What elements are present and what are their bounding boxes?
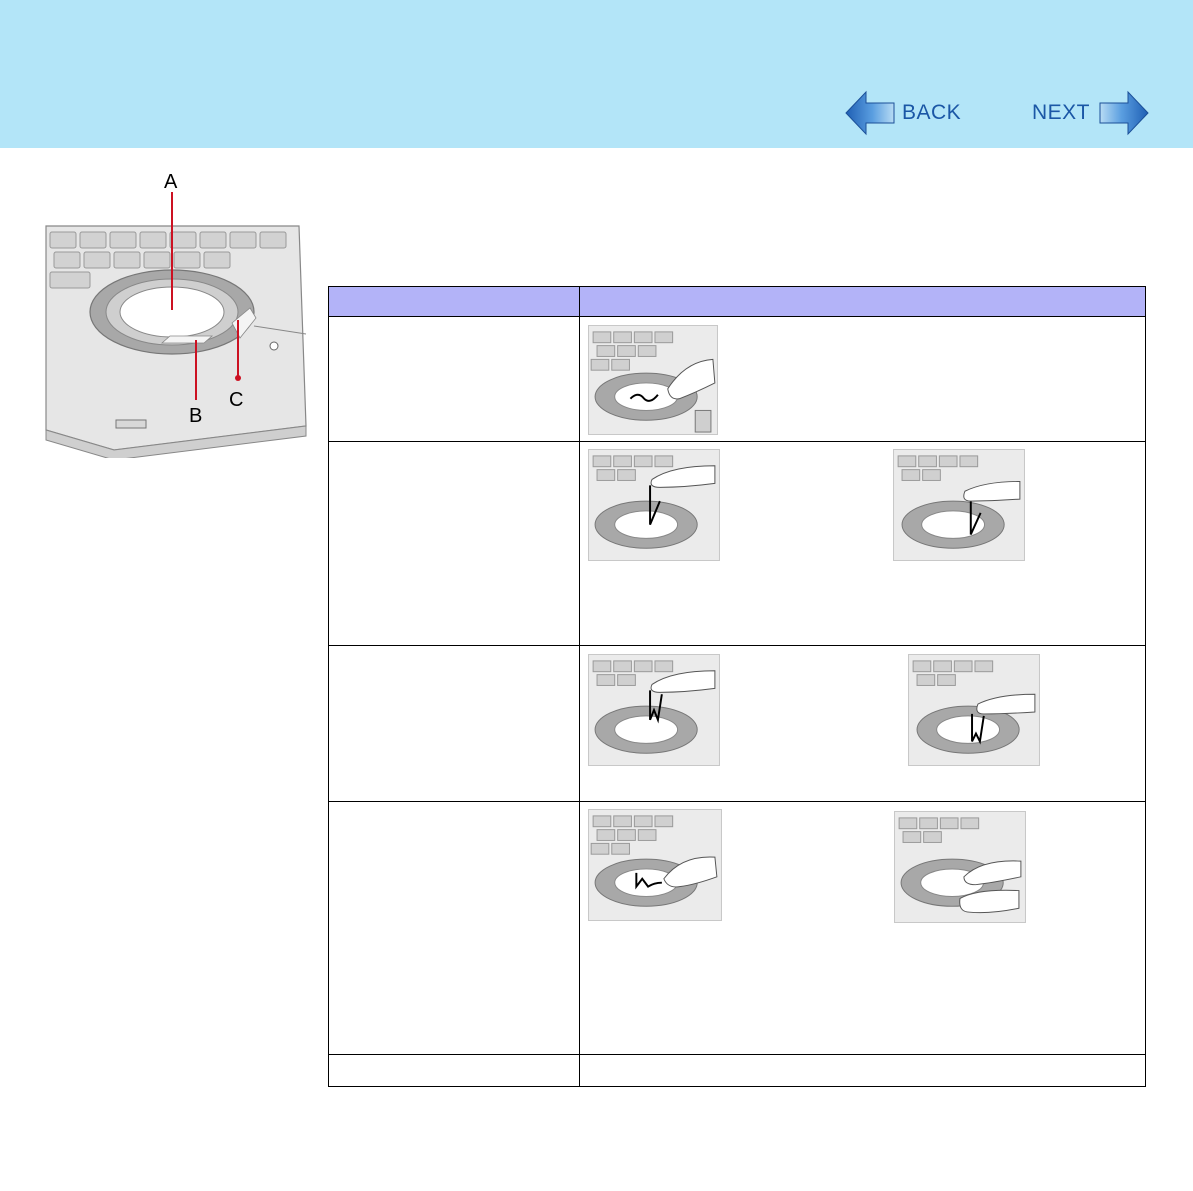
row-content-cell bbox=[579, 1054, 1146, 1087]
table-header-row bbox=[328, 286, 1146, 317]
gesture-slide-illustration bbox=[588, 325, 718, 435]
callout-a: A bbox=[164, 171, 178, 193]
back-label: BACK bbox=[902, 101, 962, 124]
row-label bbox=[328, 316, 580, 442]
callout-c: C bbox=[229, 389, 244, 411]
touchpad-operations-table bbox=[328, 286, 1146, 1087]
header-bar: BACK NEXT bbox=[0, 0, 1193, 148]
row-illustration-cell bbox=[579, 316, 1146, 442]
arrow-right-icon bbox=[1099, 90, 1149, 136]
column-header-2 bbox=[579, 286, 1146, 317]
row-label bbox=[328, 801, 580, 1055]
next-label: NEXT bbox=[1032, 101, 1091, 124]
table-row bbox=[328, 316, 1146, 442]
table-row bbox=[328, 801, 1146, 1055]
gesture-drag-illustration-2 bbox=[894, 811, 1026, 923]
table-row bbox=[328, 1054, 1146, 1087]
gesture-tap-illustration-2 bbox=[893, 449, 1025, 561]
gesture-drag-illustration bbox=[588, 809, 722, 921]
gesture-tap-illustration bbox=[588, 449, 720, 561]
row-label bbox=[328, 441, 580, 646]
column-header-1 bbox=[328, 286, 580, 317]
next-button[interactable]: NEXT bbox=[1032, 90, 1150, 136]
gesture-double-tap-illustration bbox=[588, 654, 720, 766]
table-row bbox=[328, 441, 1146, 646]
arrow-left-icon bbox=[845, 90, 895, 136]
row-label bbox=[328, 1054, 580, 1087]
row-illustration-cell bbox=[579, 441, 1146, 646]
row-label bbox=[328, 645, 580, 802]
back-button[interactable]: BACK bbox=[844, 90, 961, 136]
gesture-double-tap-illustration-2 bbox=[908, 654, 1040, 766]
callout-b: B bbox=[189, 405, 203, 427]
row-illustration-cell bbox=[579, 645, 1146, 802]
row-illustration-cell bbox=[579, 801, 1146, 1055]
table-row bbox=[328, 645, 1146, 802]
touchpad-figure bbox=[45, 192, 307, 458]
